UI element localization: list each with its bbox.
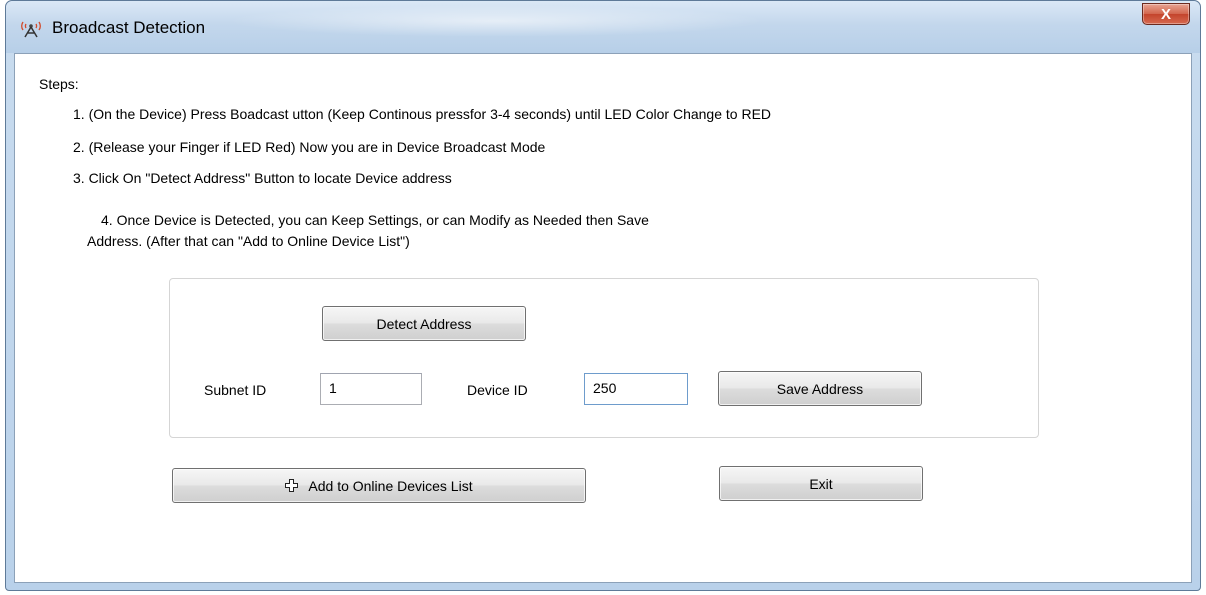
step-4-line-1: 4. Once Device is Detected, you can Keep… [101, 212, 649, 228]
plus-icon [285, 479, 299, 492]
device-id-value: 250 [593, 380, 617, 396]
close-button[interactable]: X [1142, 3, 1190, 25]
device-id-label: Device ID [467, 382, 528, 398]
detect-address-button[interactable]: Detect Address [322, 306, 526, 341]
broadcast-icon [19, 18, 43, 38]
subnet-id-field[interactable]: 1 [320, 373, 422, 405]
exit-label: Exit [809, 475, 833, 492]
subnet-id-label: Subnet ID [204, 382, 267, 398]
address-group-box: Detect Address Subnet ID 1 Device ID 250… [169, 278, 1039, 438]
device-id-field[interactable]: 250 [584, 373, 688, 405]
client-area: Steps: 1. (On the Device) Press Boadcast… [14, 53, 1192, 583]
title-bar[interactable]: Broadcast Detection X [6, 1, 1200, 53]
add-to-online-devices-button[interactable]: Add to Online Devices List [172, 468, 586, 503]
save-address-label: Save Address [776, 380, 864, 397]
steps-label: Steps: [39, 76, 79, 92]
step-1-text: 1. (On the Device) Press Boadcast utton … [73, 106, 772, 122]
save-address-button[interactable]: Save Address [718, 371, 922, 406]
step-3-text: 3. Click On "Detect Address" Button to l… [73, 170, 452, 186]
title-bar-glow [226, 5, 766, 37]
step-4-line-2: Address. (After that can "Add to Online … [87, 233, 410, 249]
add-to-online-devices-label: Add to Online Devices List [308, 477, 473, 494]
exit-button[interactable]: Exit [719, 466, 923, 501]
step-2-text: 2. (Release your Finger if LED Red) Now … [73, 139, 546, 155]
window-title: Broadcast Detection [52, 18, 206, 37]
step-4-text: 4. Once Device is Detected, you can Keep… [87, 210, 649, 252]
close-icon: X [1160, 5, 1171, 23]
broadcast-detection-window: Broadcast Detection X Steps: 1. (On the … [5, 0, 1201, 591]
detect-address-label: Detect Address [376, 315, 472, 332]
subnet-id-value: 1 [329, 380, 337, 396]
